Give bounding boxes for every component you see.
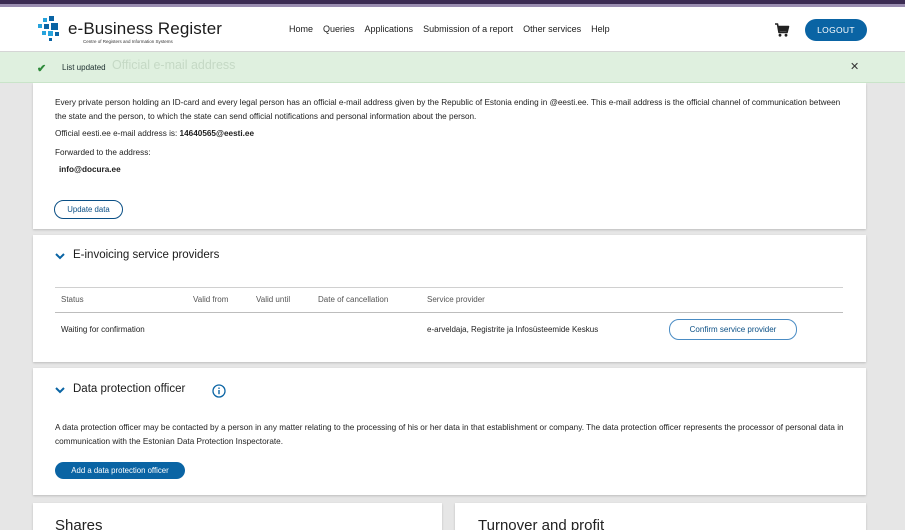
close-icon[interactable]: ✕	[850, 60, 859, 73]
official-email-value: 14640565@eesti.ee	[179, 129, 255, 138]
data-protection-officer-card: Data protection officer A data protectio…	[33, 368, 866, 495]
row-status: Waiting for confirmation	[61, 325, 145, 334]
shares-title: Shares	[55, 517, 103, 530]
logo[interactable]: e-Business Register Centre of Registers …	[38, 16, 222, 46]
forwarded-label: Forwarded to the address:	[55, 148, 151, 157]
logo-subtitle: Centre of Registers and Information Syst…	[83, 39, 173, 44]
dpo-title: Data protection officer	[73, 383, 186, 395]
cart-icon[interactable]	[774, 22, 790, 38]
forwarded-email-value: info@docura.ee	[59, 165, 121, 174]
toast-background-text: Official e-mail address	[112, 58, 236, 72]
logo-title: e-Business Register	[68, 19, 223, 38]
official-email-label: Official eesti.ee e-mail address is:	[55, 129, 178, 138]
confirm-service-provider-button[interactable]: Confirm service provider	[669, 319, 797, 340]
add-data-protection-officer-button[interactable]: Add a data protection officer	[55, 462, 185, 479]
info-icon[interactable]	[212, 384, 226, 398]
column-status: Status	[61, 295, 84, 304]
nav-other-services[interactable]: Other services	[523, 24, 581, 34]
turnover-card: Turnover and profit	[455, 503, 866, 530]
shares-card: Shares	[33, 503, 442, 530]
row-service-provider: e-arveldaja, Registrite ja Infosüsteemid…	[427, 325, 599, 334]
official-email-card: Every private person holding an ID-card …	[33, 83, 866, 229]
nav-home[interactable]: Home	[289, 24, 313, 34]
einvoicing-card: E-invoicing service providers Status Val…	[33, 235, 866, 362]
main-nav: Home Queries Applications Submission of …	[289, 24, 610, 34]
success-toast: ✔ List updated Official e-mail address ✕	[0, 52, 905, 83]
einvoicing-title: E-invoicing service providers	[73, 249, 220, 261]
toast-message: List updated	[62, 63, 106, 72]
email-intro-text: Every private person holding an ID-card …	[55, 98, 841, 121]
nav-help[interactable]: Help	[591, 24, 610, 34]
column-valid-until: Valid until	[256, 295, 291, 304]
official-email-line: Official eesti.ee e-mail address is: 146…	[55, 127, 254, 141]
column-valid-from: Valid from	[193, 295, 229, 304]
column-service-provider: Service provider	[427, 295, 485, 304]
chevron-down-icon[interactable]	[55, 386, 65, 394]
chevron-down-icon[interactable]	[55, 252, 65, 260]
dpo-description: A data protection officer may be contact…	[55, 423, 844, 446]
nav-submission-of-report[interactable]: Submission of a report	[423, 24, 513, 34]
table-header-divider	[55, 312, 843, 313]
column-date-of-cancellation: Date of cancellation	[318, 295, 389, 304]
nav-queries[interactable]: Queries	[323, 24, 355, 34]
site-header: e-Business Register Centre of Registers …	[0, 7, 905, 52]
nav-applications[interactable]: Applications	[365, 24, 414, 34]
turnover-title: Turnover and profit	[478, 517, 605, 530]
logout-button[interactable]: LOGOUT	[805, 19, 867, 41]
update-data-button[interactable]: Update data	[54, 200, 123, 219]
table-top-divider	[55, 287, 843, 288]
logo-icon	[38, 16, 59, 41]
check-icon: ✔	[37, 63, 47, 75]
